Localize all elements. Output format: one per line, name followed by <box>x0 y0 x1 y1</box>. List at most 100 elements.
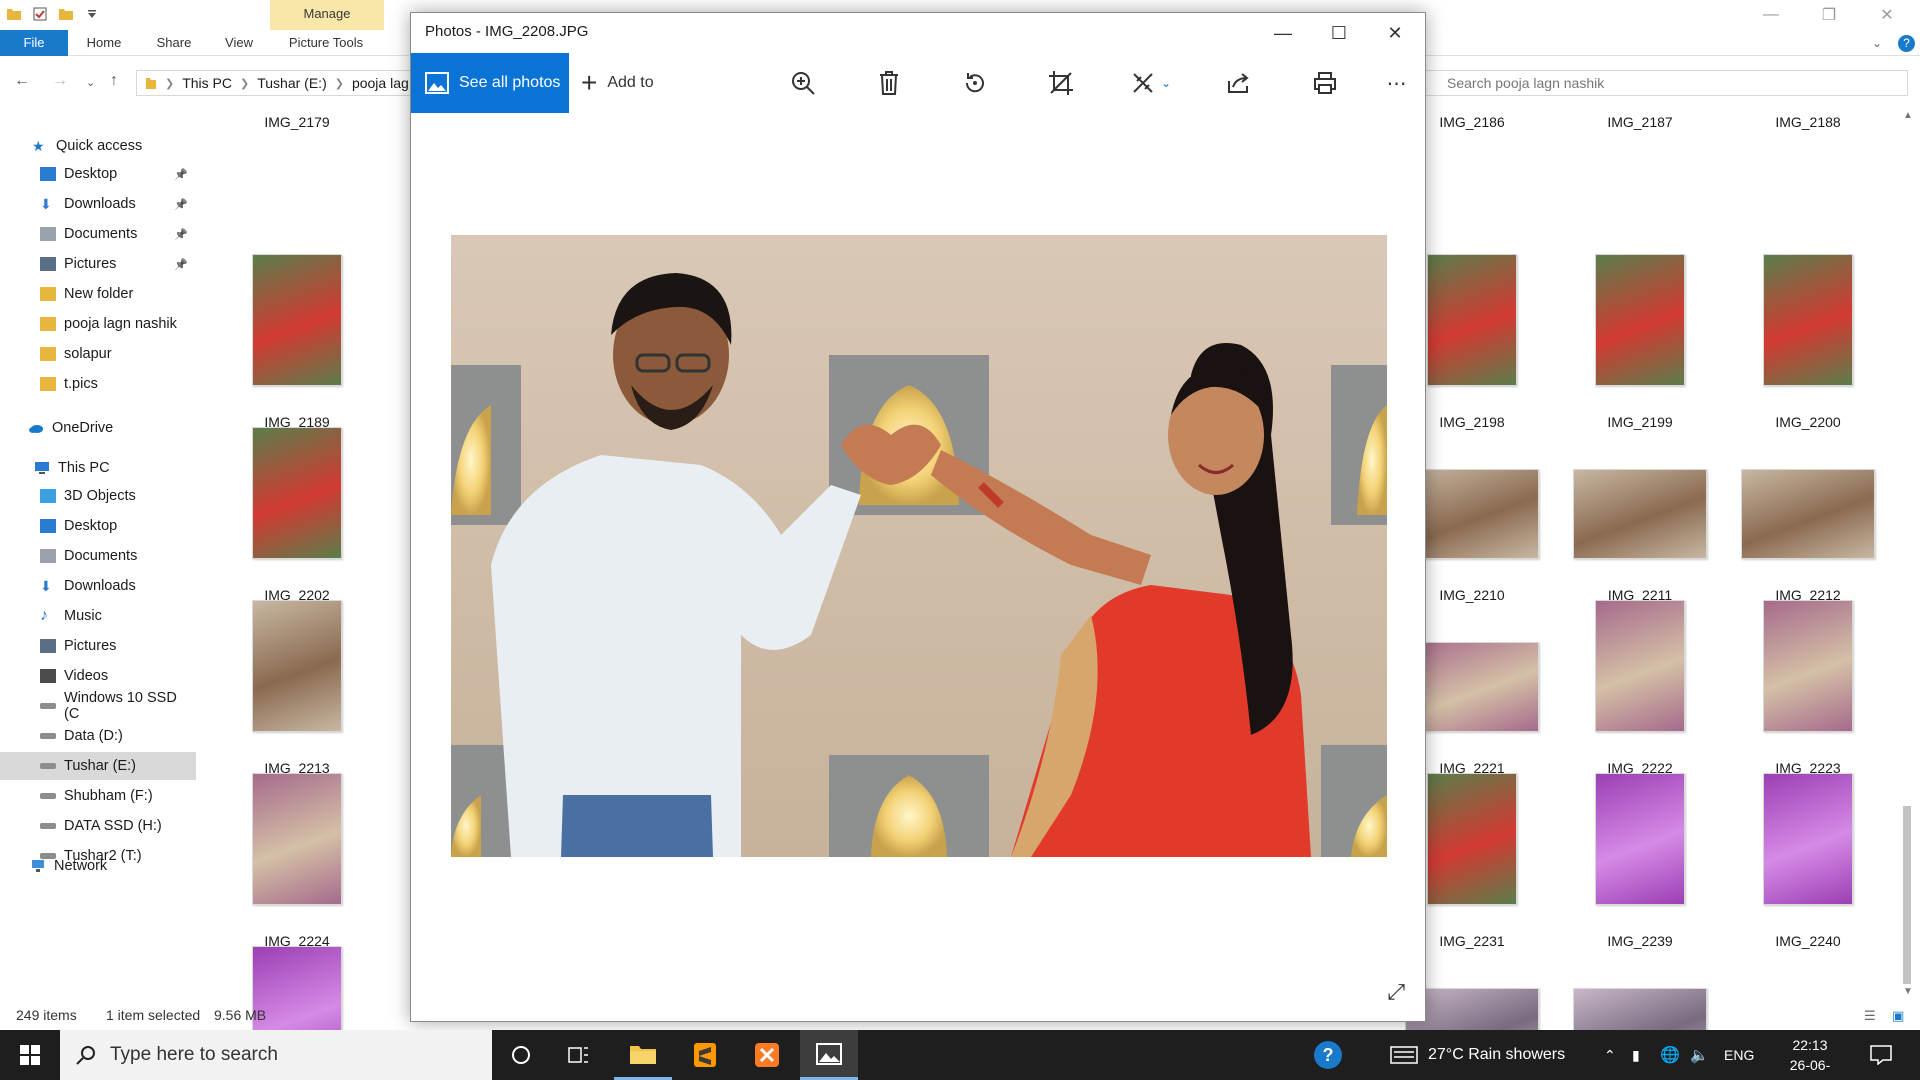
more-button[interactable]: ⋯ <box>1369 53 1425 113</box>
details-view-icon[interactable]: ☰ <box>1864 1008 1876 1024</box>
new-folder-icon[interactable] <box>58 6 74 22</box>
image-thumbnail[interactable] <box>252 427 342 559</box>
crop-button[interactable] <box>1033 53 1089 113</box>
start-button[interactable] <box>0 1030 60 1080</box>
photos-close-button[interactable]: ✕ <box>1367 13 1423 53</box>
taskbar-photos[interactable] <box>800 1030 858 1080</box>
help-icon[interactable]: ? <box>1898 35 1915 52</box>
pin-icon[interactable]: 📌 <box>174 198 188 211</box>
file-name-label[interactable]: IMG_2187 <box>1555 114 1725 130</box>
displayed-photo[interactable] <box>451 235 1387 857</box>
image-thumbnail[interactable] <box>1763 773 1853 905</box>
breadcrumb-item[interactable]: pooja lag <box>352 75 409 91</box>
file-name-label[interactable]: IMG_2199 <box>1555 414 1725 430</box>
sidebar-item[interactable]: Desktop <box>0 512 196 540</box>
expand-fullscreen-icon[interactable]: ⤢ <box>1387 979 1405 1005</box>
close-button[interactable]: ✕ <box>1858 0 1916 30</box>
forward-icon[interactable]: → <box>52 72 68 90</box>
sidebar-item[interactable]: Tushar2 (T:) <box>0 842 196 870</box>
breadcrumb[interactable]: ❯ This PC ❯ Tushar (E:) ❯ pooja lag <box>136 70 436 96</box>
sidebar-item[interactable]: Shubham (F:) <box>0 782 196 810</box>
pin-icon[interactable]: 📌 <box>174 168 188 181</box>
weather-widget[interactable]: 27°C Rain showers <box>1390 1030 1565 1080</box>
back-icon[interactable]: ← <box>14 72 30 90</box>
sidebar-item[interactable]: ⬇ Downloads <box>0 572 196 600</box>
customize-qat-icon[interactable] <box>84 6 100 22</box>
restore-button[interactable]: ❐ <box>1800 0 1858 30</box>
sidebar-item[interactable]: Documents 📌 <box>0 220 196 248</box>
image-thumbnail[interactable] <box>1595 254 1685 386</box>
notifications-button[interactable] <box>1870 1030 1892 1080</box>
tab-share[interactable]: Share <box>148 30 200 56</box>
taskbar-sublime-text[interactable] <box>676 1030 734 1080</box>
vertical-scrollbar[interactable]: ▲ ▼ <box>1900 110 1914 1000</box>
properties-icon[interactable] <box>32 6 48 22</box>
sidebar-item-this-pc[interactable]: This PC <box>0 454 196 482</box>
file-name-label[interactable]: IMG_2240 <box>1723 933 1893 949</box>
image-thumbnail[interactable] <box>1595 600 1685 732</box>
photos-maximize-button[interactable]: ☐ <box>1311 13 1367 53</box>
add-to-button[interactable]: + Add to <box>581 53 677 113</box>
breadcrumb-item[interactable]: This PC <box>182 75 232 91</box>
sidebar-item[interactable]: 3D Objects <box>0 482 196 510</box>
sidebar-item[interactable]: DATA SSD (H:) <box>0 812 196 840</box>
sidebar-item[interactable]: New folder <box>0 280 196 308</box>
edit-create-button[interactable]: ⌄ <box>1119 53 1183 113</box>
image-thumbnail[interactable] <box>252 600 342 732</box>
tab-view[interactable]: View <box>214 30 264 56</box>
sidebar-item[interactable]: Windows 10 SSD (C <box>0 690 196 722</box>
tab-home[interactable]: Home <box>78 30 130 56</box>
volume-icon[interactable]: 🔈 <box>1690 1030 1709 1080</box>
scroll-down-icon[interactable]: ▼ <box>1903 986 1913 997</box>
see-all-photos-button[interactable]: See all photos <box>411 53 569 113</box>
sidebar-item[interactable]: ♪ Music <box>0 602 196 630</box>
file-name-label[interactable]: IMG_2188 <box>1723 114 1893 130</box>
file-name-label[interactable]: IMG_2179 <box>212 114 382 130</box>
search-input[interactable]: Search pooja lagn nashik <box>1424 70 1908 96</box>
sidebar-item[interactable]: Pictures 📌 <box>0 250 196 278</box>
sidebar-item[interactable]: Data (D:) <box>0 722 196 750</box>
image-thumbnail[interactable] <box>1427 773 1517 905</box>
sidebar-item[interactable]: Videos <box>0 662 196 690</box>
share-button[interactable] <box>1211 53 1267 113</box>
tab-file[interactable]: File <box>0 30 68 56</box>
breadcrumb-item[interactable]: Tushar (E:) <box>257 75 327 91</box>
image-thumbnail[interactable] <box>252 773 342 905</box>
file-name-label[interactable]: IMG_2239 <box>1555 933 1725 949</box>
language-indicator[interactable]: ENG <box>1724 1030 1754 1080</box>
sidebar-item[interactable]: Desktop 📌 <box>0 160 196 188</box>
scroll-up-icon[interactable]: ▲ <box>1903 110 1913 121</box>
up-icon[interactable]: ↑ <box>110 72 118 90</box>
recent-locations-icon[interactable]: ⌄ <box>86 76 95 89</box>
pin-icon[interactable]: 📌 <box>174 258 188 271</box>
image-thumbnail[interactable] <box>1427 254 1517 386</box>
sidebar-item[interactable]: Tushar (E:) <box>0 752 196 780</box>
sidebar-item-quick-access[interactable]: ★ Quick access <box>0 132 196 160</box>
clock[interactable]: 22:13 26-06-2021 <box>1780 1035 1840 1080</box>
print-button[interactable] <box>1297 53 1353 113</box>
file-name-label[interactable]: IMG_2200 <box>1723 414 1893 430</box>
rotate-button[interactable] <box>947 53 1003 113</box>
zoom-in-button[interactable] <box>775 53 831 113</box>
ribbon-expand-icon[interactable]: ⌄ <box>1872 36 1882 50</box>
image-thumbnail[interactable] <box>1741 469 1875 559</box>
taskbar-search-box[interactable]: Type here to search <box>60 1030 492 1080</box>
sidebar-item[interactable]: solapur <box>0 340 196 368</box>
battery-icon[interactable]: ▮ <box>1632 1030 1640 1080</box>
image-thumbnail[interactable] <box>1763 254 1853 386</box>
task-view-button[interactable] <box>550 1030 608 1080</box>
image-thumbnail[interactable] <box>1763 600 1853 732</box>
pin-icon[interactable]: 📌 <box>174 228 188 241</box>
cortana-button[interactable] <box>492 1030 550 1080</box>
photos-minimize-button[interactable]: — <box>1255 13 1311 53</box>
help-tray-icon[interactable]: ? <box>1314 1030 1342 1080</box>
scrollbar-thumb[interactable] <box>1903 806 1911 984</box>
tab-picture-tools[interactable]: Picture Tools <box>278 30 374 56</box>
sidebar-item[interactable]: ⬇ Downloads 📌 <box>0 190 196 218</box>
image-thumbnail[interactable] <box>1573 469 1707 559</box>
tab-manage[interactable]: Manage <box>270 0 384 30</box>
show-hidden-icons[interactable]: ⌃ <box>1604 1030 1616 1080</box>
sidebar-item[interactable]: Pictures <box>0 632 196 660</box>
sidebar-item-onedrive[interactable]: OneDrive <box>0 414 196 442</box>
image-thumbnail[interactable] <box>1595 773 1685 905</box>
